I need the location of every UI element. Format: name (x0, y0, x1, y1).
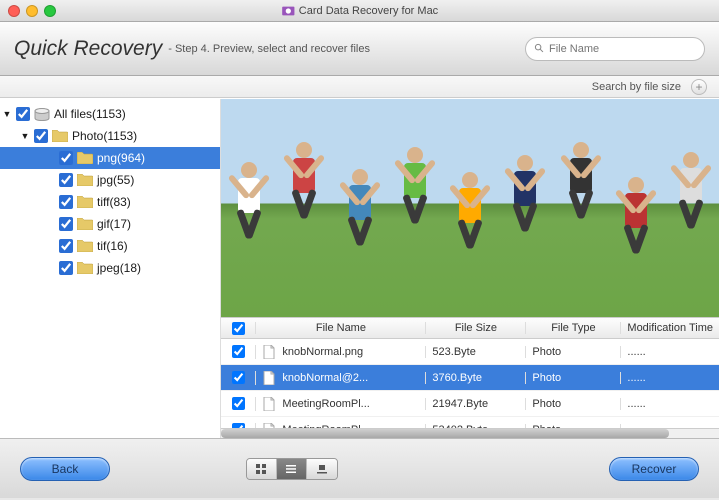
column-header-type[interactable]: File Type (525, 322, 620, 334)
row-checkbox[interactable] (232, 371, 245, 384)
folder-icon (77, 261, 93, 275)
tree-item-label: tif(16) (97, 239, 128, 253)
file-icon (262, 345, 276, 359)
table-row[interactable]: MeetingRoomPl...53402.BytePhoto...... (221, 417, 719, 428)
row-checkbox[interactable] (232, 345, 245, 358)
column-header-size[interactable]: File Size (425, 322, 525, 334)
file-time: ...... (620, 346, 719, 358)
table-row[interactable]: MeetingRoomPl... 21947.BytePhoto...... (221, 391, 719, 417)
tree-item[interactable]: tif(16) (0, 235, 220, 257)
titlebar: Card Data Recovery for Mac (0, 0, 719, 22)
tree-item[interactable]: png(964) (0, 147, 220, 169)
footer: Back Recover (0, 438, 719, 498)
file-time: ...... (620, 372, 719, 384)
file-icon (262, 371, 276, 385)
file-type: Photo (525, 372, 620, 384)
file-name: knobNormal.png (282, 346, 363, 358)
row-checkbox[interactable] (232, 397, 245, 410)
tree-item-checkbox[interactable] (34, 129, 48, 143)
horizontal-scrollbar[interactable] (221, 428, 719, 438)
table-row[interactable]: knobNormal.png 523.BytePhoto...... (221, 339, 719, 365)
main-content: ▼ All files(1153) ▼ Photo(1153) png(964) jpg(… (0, 98, 719, 438)
list-view-button[interactable] (277, 459, 307, 479)
folder-icon (77, 195, 93, 209)
toolbar: Search by file size + (0, 76, 719, 98)
file-type: Photo (525, 398, 620, 410)
file-tree[interactable]: ▼ All files(1153) ▼ Photo(1153) png(964) jpg(… (0, 99, 221, 438)
view-mode-segmented-control[interactable] (246, 458, 338, 480)
tree-item-checkbox[interactable] (59, 173, 73, 187)
tree-item[interactable]: tiff(83) (0, 191, 220, 213)
coverflow-view-button[interactable] (307, 459, 337, 479)
tree-item[interactable]: ▼ Photo(1153) (0, 125, 220, 147)
maximize-window-button[interactable] (44, 5, 56, 17)
tree-item-checkbox[interactable] (59, 195, 73, 209)
folder-icon (52, 129, 68, 143)
file-size: 523.Byte (425, 346, 525, 358)
file-name: knobNormal@2... (282, 372, 368, 384)
right-pane: File Name File Size File Type Modificati… (221, 99, 719, 438)
tree-item-checkbox[interactable] (59, 151, 73, 165)
folder-icon (77, 173, 93, 187)
column-header-name[interactable]: File Name (255, 322, 425, 334)
add-filter-button[interactable]: + (691, 79, 707, 95)
file-name: MeetingRoomPl... (282, 398, 369, 410)
search-input[interactable] (549, 43, 696, 55)
tree-item-checkbox[interactable] (59, 261, 73, 275)
tree-item-checkbox[interactable] (59, 239, 73, 253)
table-body[interactable]: knobNormal.png523.BytePhoto......knobNor… (221, 339, 719, 428)
disk-icon (34, 107, 50, 121)
search-input-container[interactable] (525, 37, 705, 61)
app-icon (281, 4, 295, 18)
table-header: File Name File Size File Type Modificati… (221, 317, 719, 339)
back-button[interactable]: Back (20, 457, 110, 481)
disclosure-triangle-icon[interactable]: ▼ (20, 131, 30, 141)
table-row[interactable]: knobNormal@2... 3760.BytePhoto...... (221, 365, 719, 391)
tree-item[interactable]: ▼ All files(1153) (0, 103, 220, 125)
file-size: 21947.Byte (425, 398, 525, 410)
tree-item[interactable]: jpeg(18) (0, 257, 220, 279)
page-title: Quick Recovery (14, 37, 162, 61)
search-icon (534, 43, 545, 54)
tree-item[interactable]: jpg(55) (0, 169, 220, 191)
tree-item-label: All files(1153) (54, 107, 126, 121)
tree-item-label: Photo(1153) (72, 129, 137, 143)
folder-icon (77, 151, 93, 165)
close-window-button[interactable] (8, 5, 20, 17)
preview-image (221, 99, 719, 317)
search-by-size-label[interactable]: Search by file size (592, 81, 681, 93)
tree-item-label: gif(17) (97, 217, 131, 231)
tree-item[interactable]: gif(17) (0, 213, 220, 235)
window-title: Card Data Recovery for Mac (281, 4, 438, 18)
folder-icon (77, 217, 93, 231)
minimize-window-button[interactable] (26, 5, 38, 17)
header: Quick Recovery - Step 4. Preview, select… (0, 22, 719, 76)
page-subtitle: - Step 4. Preview, select and recover fi… (168, 43, 370, 55)
file-table: File Name File Size File Type Modificati… (221, 317, 719, 438)
tree-item-label: jpg(55) (97, 173, 134, 187)
tree-item-checkbox[interactable] (16, 107, 30, 121)
folder-icon (77, 239, 93, 253)
file-size: 3760.Byte (425, 372, 525, 384)
recover-button[interactable]: Recover (609, 457, 699, 481)
image-preview (221, 99, 719, 317)
grid-view-button[interactable] (247, 459, 277, 479)
tree-item-checkbox[interactable] (59, 217, 73, 231)
file-icon (262, 397, 276, 411)
disclosure-triangle-icon[interactable]: ▼ (2, 109, 12, 119)
file-time: ...... (620, 398, 719, 410)
select-all-checkbox[interactable] (221, 322, 255, 335)
tree-item-label: jpeg(18) (97, 261, 141, 275)
tree-item-label: png(964) (97, 151, 145, 165)
file-type: Photo (525, 346, 620, 358)
tree-item-label: tiff(83) (97, 195, 131, 209)
traffic-lights (8, 5, 56, 17)
column-header-time[interactable]: Modification Time (620, 322, 719, 334)
